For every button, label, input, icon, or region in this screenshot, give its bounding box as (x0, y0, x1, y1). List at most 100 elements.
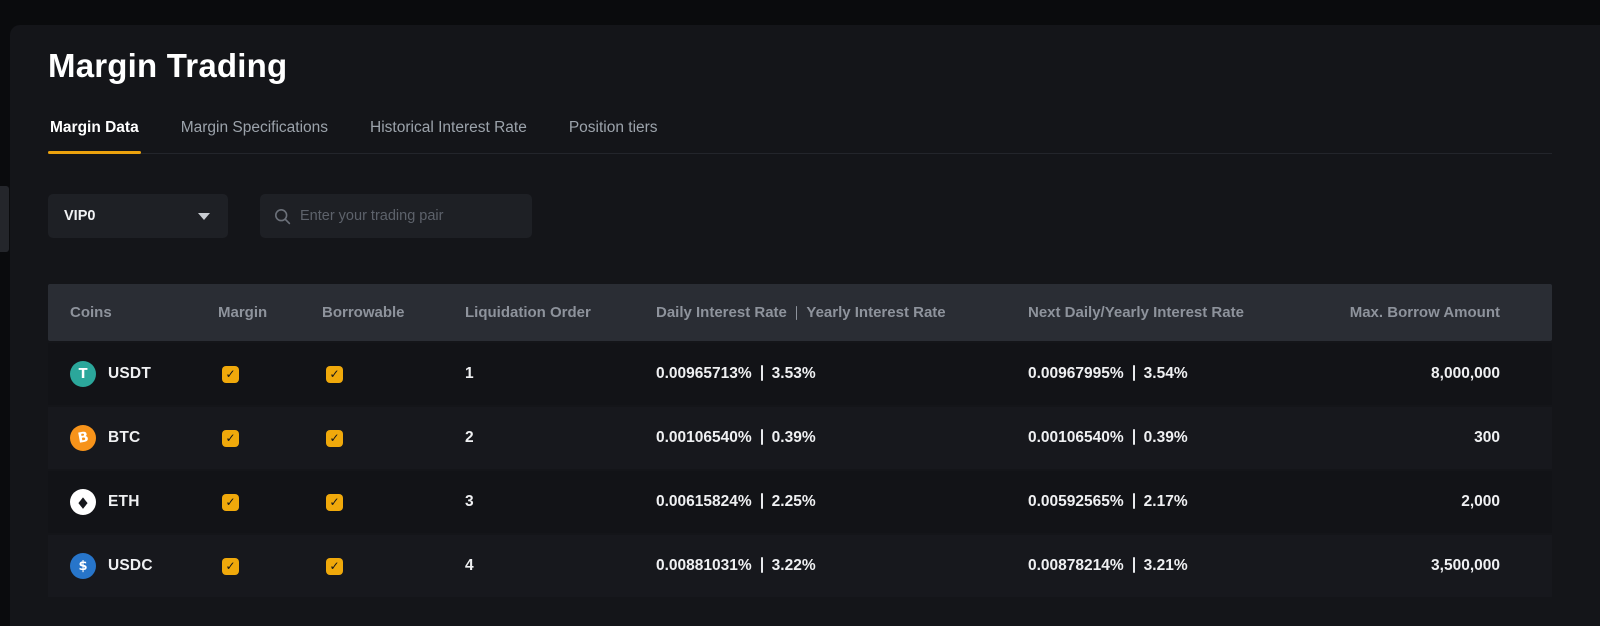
divider (761, 429, 763, 445)
yearly-interest-rate: 3.53% (772, 365, 816, 382)
table-row: ◆ ETH ✓ ✓ 3 0.00615824% 2.25% 0.00592565%… (48, 471, 1552, 533)
usdc-coin-icon: $ (70, 553, 96, 579)
next-yearly-interest-rate: 3.54% (1144, 365, 1188, 382)
divider (1133, 557, 1135, 573)
interest-rate-cell: 0.00965713% 3.53% (656, 365, 1028, 383)
next-yearly-interest-rate: 2.17% (1144, 493, 1188, 510)
tab-margin-specifications[interactable]: Margin Specifications (179, 115, 330, 153)
borrowable-cell: ✓ (322, 494, 465, 511)
borrowable-checkbox[interactable]: ✓ (326, 366, 343, 383)
yearly-interest-rate: 2.25% (772, 493, 816, 510)
interest-rate-cell: 0.00881031% 3.22% (656, 557, 1028, 575)
next-interest-rate-cell: 0.00106540% 0.39% (1028, 429, 1338, 447)
eth-coin-icon: ◆ (70, 489, 96, 515)
max-borrow-amount: 2,000 (1338, 493, 1550, 511)
yearly-interest-rate: 0.39% (772, 429, 816, 446)
divider (761, 365, 763, 381)
checkmark-icon: ✓ (225, 432, 235, 444)
liquidation-order-value: 1 (465, 365, 656, 383)
max-borrow-amount: 8,000,000 (1338, 365, 1550, 383)
next-yearly-interest-rate: 0.39% (1144, 429, 1188, 446)
max-borrow-amount: 3,500,000 (1338, 557, 1550, 575)
yearly-interest-rate: 3.22% (772, 557, 816, 574)
checkmark-icon: ✓ (225, 496, 235, 508)
search-icon (274, 208, 291, 225)
column-header-margin: Margin (218, 304, 322, 321)
next-daily-interest-rate: 0.00592565% (1028, 493, 1124, 510)
margin-checkbox[interactable]: ✓ (222, 366, 239, 383)
borrowable-cell: ✓ (322, 366, 465, 383)
daily-interest-rate: 0.00106540% (656, 429, 752, 446)
coin-cell: B BTC (70, 425, 218, 451)
coin-cell: T USDT (70, 361, 218, 387)
borrowable-cell: ✓ (322, 558, 465, 575)
next-daily-interest-rate: 0.00106540% (1028, 429, 1124, 446)
borrowable-cell: ✓ (322, 430, 465, 447)
search-input[interactable] (300, 208, 518, 224)
coin-name: BTC (108, 429, 140, 447)
checkmark-icon: ✓ (329, 496, 339, 508)
daily-interest-rate: 0.00965713% (656, 365, 752, 382)
margin-cell: ✓ (218, 494, 322, 511)
left-edge-highlight (0, 186, 9, 252)
coin-cell: $ USDC (70, 553, 218, 579)
divider (1133, 493, 1135, 509)
liquidation-order-value: 3 (465, 493, 656, 511)
checkmark-icon: ✓ (329, 368, 339, 380)
tab-position-tiers[interactable]: Position tiers (567, 115, 660, 153)
next-daily-interest-rate: 0.00967995% (1028, 365, 1124, 382)
vip-level-select[interactable]: VIP0 (48, 194, 228, 238)
chevron-down-icon (198, 213, 210, 220)
max-borrow-amount: 300 (1338, 429, 1550, 447)
margin-cell: ✓ (218, 366, 322, 383)
divider (1133, 429, 1135, 445)
next-interest-rate-cell: 0.00967995% 3.54% (1028, 365, 1338, 383)
column-header-next-rate: Next Daily/Yearly Interest Rate (1028, 304, 1338, 321)
table-row: T USDT ✓ ✓ 1 0.00965713% 3.53% 0.00967995… (48, 343, 1552, 405)
margin-checkbox[interactable]: ✓ (222, 558, 239, 575)
page: { "page": { "title": "Margin Trading" },… (0, 0, 1600, 626)
divider (1133, 365, 1135, 381)
table-body: T USDT ✓ ✓ 1 0.00965713% 3.53% 0.00967995… (48, 343, 1552, 597)
borrowable-checkbox[interactable]: ✓ (326, 494, 343, 511)
column-header-liquidation-order: Liquidation Order (465, 304, 656, 321)
table-header: Coins Margin Borrowable Liquidation Orde… (48, 284, 1552, 341)
column-header-coins: Coins (70, 304, 218, 321)
interest-rate-cell: 0.00106540% 0.39% (656, 429, 1028, 447)
borrowable-checkbox[interactable]: ✓ (326, 430, 343, 447)
usdt-coin-icon: T (70, 361, 96, 387)
interest-rate-cell: 0.00615824% 2.25% (656, 493, 1028, 511)
coin-name: ETH (108, 493, 140, 511)
coin-name: USDT (108, 365, 151, 383)
margin-checkbox[interactable]: ✓ (222, 494, 239, 511)
checkmark-icon: ✓ (329, 432, 339, 444)
column-header-borrowable: Borrowable (322, 304, 465, 321)
tab-margin-data[interactable]: Margin Data (48, 115, 141, 153)
search-box[interactable] (260, 194, 532, 238)
filters-row: VIP0 (48, 194, 1552, 238)
next-yearly-interest-rate: 3.21% (1144, 557, 1188, 574)
margin-checkbox[interactable]: ✓ (222, 430, 239, 447)
vip-level-value: VIP0 (64, 208, 95, 224)
coin-cell: ◆ ETH (70, 489, 218, 515)
daily-interest-rate: 0.00881031% (656, 557, 752, 574)
divider (796, 306, 798, 320)
table-row: $ USDC ✓ ✓ 4 0.00881031% 3.22% 0.00878214… (48, 535, 1552, 597)
borrowable-checkbox[interactable]: ✓ (326, 558, 343, 575)
tab-historical-interest-rate[interactable]: Historical Interest Rate (368, 115, 529, 153)
divider (761, 557, 763, 573)
margin-data-table: Coins Margin Borrowable Liquidation Orde… (48, 284, 1552, 597)
liquidation-order-value: 4 (465, 557, 656, 575)
checkmark-icon: ✓ (225, 368, 235, 380)
daily-interest-rate: 0.00615824% (656, 493, 752, 510)
tabs-bar: Margin Data Margin Specifications Histor… (48, 115, 1552, 154)
liquidation-order-value: 2 (465, 429, 656, 447)
next-daily-interest-rate: 0.00878214% (1028, 557, 1124, 574)
column-header-interest-rate: Daily Interest RateYearly Interest Rate (656, 304, 1028, 321)
column-header-max-borrow: Max. Borrow Amount (1338, 304, 1550, 321)
page-title: Margin Trading (48, 47, 1552, 85)
btc-coin-icon: B (70, 425, 96, 451)
next-interest-rate-cell: 0.00878214% 3.21% (1028, 557, 1338, 575)
checkmark-icon: ✓ (225, 560, 235, 572)
coin-name: USDC (108, 557, 153, 575)
